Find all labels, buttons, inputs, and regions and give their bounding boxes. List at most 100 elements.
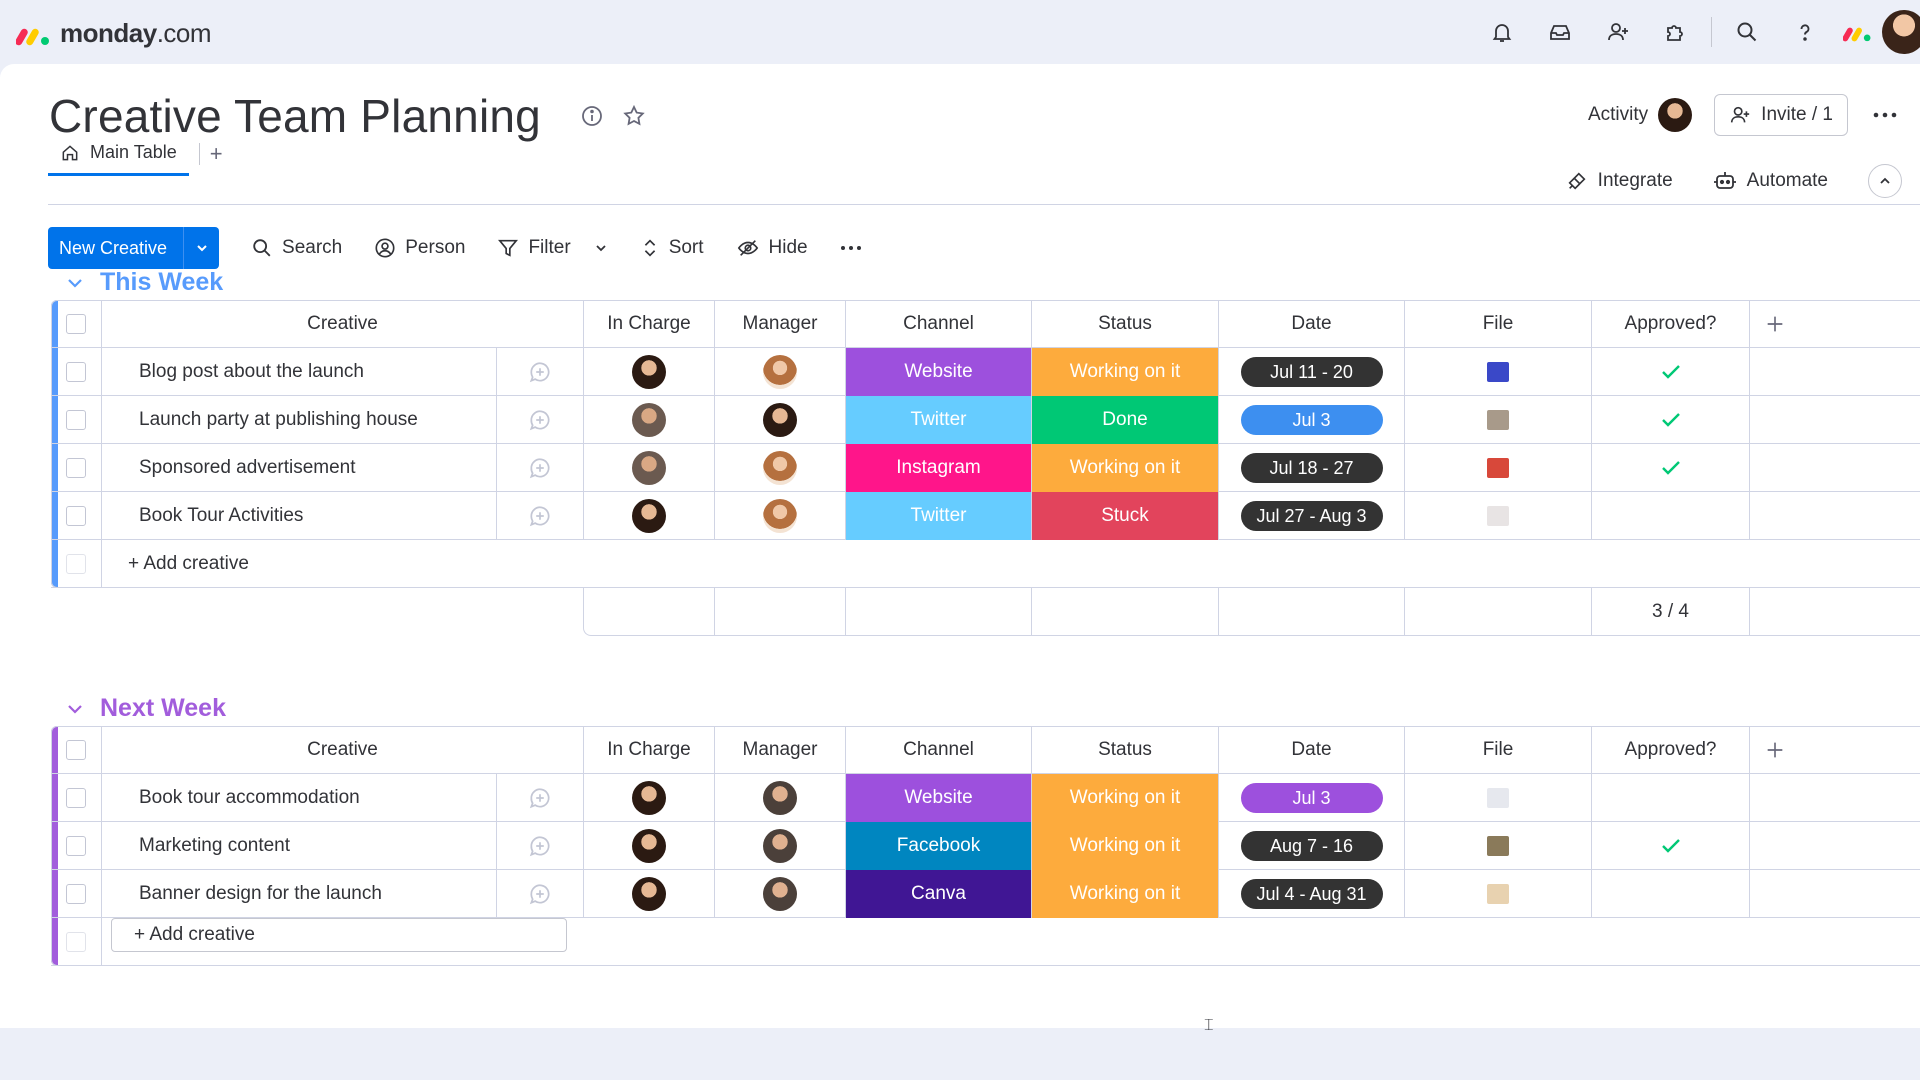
search-button[interactable]: Search (251, 237, 342, 259)
manager-cell[interactable] (715, 396, 846, 444)
group-header[interactable]: Next Week (66, 694, 226, 723)
approved-cell[interactable] (1592, 444, 1750, 492)
star-icon[interactable] (622, 104, 646, 128)
row-checkbox[interactable] (66, 458, 86, 478)
column-header-manager[interactable]: Manager (715, 300, 846, 348)
date-cell[interactable]: Jul 27 - Aug 3 (1219, 492, 1405, 540)
channel-label[interactable]: Twitter (846, 492, 1032, 540)
add-column-button[interactable] (1750, 300, 1920, 348)
item-name[interactable]: Book Tour Activities (102, 492, 496, 540)
approved-cell[interactable] (1592, 396, 1750, 444)
date-cell[interactable]: Jul 3 (1219, 396, 1405, 444)
date-cell[interactable]: Jul 4 - Aug 31 (1219, 870, 1405, 918)
in-charge-cell[interactable] (584, 870, 715, 918)
file-thumbnail[interactable] (1487, 884, 1509, 904)
channel-label[interactable]: Website (846, 774, 1032, 822)
help-icon[interactable] (1776, 0, 1834, 64)
add-update-icon[interactable] (527, 881, 553, 907)
tab-main-table[interactable]: Main Table (48, 132, 189, 176)
integrate-button[interactable]: Integrate (1566, 170, 1673, 192)
add-column-button[interactable] (1750, 726, 1920, 774)
person-filter-button[interactable]: Person (374, 237, 465, 259)
file-cell[interactable] (1405, 492, 1592, 540)
item-name[interactable]: Blog post about the launch (102, 348, 496, 396)
approved-cell[interactable] (1592, 492, 1750, 540)
date-cell[interactable]: Jul 18 - 27 (1219, 444, 1405, 492)
add-update-icon[interactable] (527, 407, 553, 433)
select-all-checkbox[interactable] (66, 314, 86, 334)
info-icon[interactable] (580, 104, 604, 128)
row-checkbox[interactable] (66, 836, 86, 856)
column-header-channel[interactable]: Channel (846, 300, 1032, 348)
plus-icon[interactable] (1764, 739, 1786, 761)
status-label[interactable]: Working on it (1032, 870, 1219, 918)
row-checkbox[interactable] (66, 506, 86, 526)
item-name[interactable]: Book tour accommodation (102, 774, 496, 822)
row-checkbox[interactable] (66, 410, 86, 430)
approved-cell[interactable] (1592, 348, 1750, 396)
channel-label[interactable]: Website (846, 348, 1032, 396)
approved-cell[interactable] (1592, 870, 1750, 918)
search-icon[interactable] (1718, 0, 1776, 64)
inbox-icon[interactable] (1531, 0, 1589, 64)
status-label[interactable]: Working on it (1032, 822, 1219, 870)
group-header[interactable]: This Week (66, 268, 223, 297)
file-cell[interactable] (1405, 774, 1592, 822)
column-header-approved[interactable]: Approved? (1592, 726, 1750, 774)
row-checkbox[interactable] (66, 362, 86, 382)
file-cell[interactable] (1405, 348, 1592, 396)
new-creative-dropdown[interactable] (183, 227, 219, 269)
status-label[interactable]: Working on it (1032, 348, 1219, 396)
monday-logo[interactable]: monday.com (16, 18, 212, 49)
column-header-manager[interactable]: Manager (715, 726, 846, 774)
chevron-down-icon[interactable] (594, 241, 608, 255)
bell-icon[interactable] (1473, 0, 1531, 64)
add-update-icon[interactable] (527, 833, 553, 859)
date-cell[interactable]: Jul 3 (1219, 774, 1405, 822)
file-cell[interactable] (1405, 444, 1592, 492)
column-header-in-charge[interactable]: In Charge (584, 726, 715, 774)
in-charge-cell[interactable] (584, 822, 715, 870)
add-update-icon[interactable] (527, 785, 553, 811)
add-update-cell[interactable] (496, 444, 584, 492)
automate-button[interactable]: Automate (1713, 170, 1828, 192)
item-name[interactable]: Banner design for the launch (102, 870, 496, 918)
add-update-cell[interactable] (496, 774, 584, 822)
file-cell[interactable] (1405, 822, 1592, 870)
column-header-file[interactable]: File (1405, 300, 1592, 348)
hide-button[interactable]: Hide (736, 237, 808, 259)
column-header-in-charge[interactable]: In Charge (584, 300, 715, 348)
manager-cell[interactable] (715, 822, 846, 870)
add-update-icon[interactable] (527, 455, 553, 481)
file-thumbnail[interactable] (1487, 788, 1509, 808)
file-thumbnail[interactable] (1487, 506, 1509, 526)
status-label[interactable]: Stuck (1032, 492, 1219, 540)
item-name[interactable]: Launch party at publishing house (102, 396, 496, 444)
manager-cell[interactable] (715, 774, 846, 822)
add-update-icon[interactable] (527, 359, 553, 385)
in-charge-cell[interactable] (584, 774, 715, 822)
channel-label[interactable]: Canva (846, 870, 1032, 918)
add-update-cell[interactable] (496, 822, 584, 870)
group-collapse-chevron-icon[interactable] (66, 700, 84, 718)
apps-icon[interactable] (1647, 0, 1705, 64)
file-thumbnail[interactable] (1487, 362, 1509, 382)
column-header-creative[interactable]: Creative (102, 726, 584, 774)
status-label[interactable]: Working on it (1032, 444, 1219, 492)
group-collapse-chevron-icon[interactable] (66, 274, 84, 292)
channel-label[interactable]: Twitter (846, 396, 1032, 444)
in-charge-cell[interactable] (584, 492, 715, 540)
invite-button[interactable]: Invite / 1 (1714, 94, 1848, 136)
file-thumbnail[interactable] (1487, 410, 1509, 430)
row-checkbox[interactable] (66, 788, 86, 808)
column-header-creative[interactable]: Creative (102, 300, 584, 348)
status-label[interactable]: Done (1032, 396, 1219, 444)
manager-cell[interactable] (715, 870, 846, 918)
more-options-icon[interactable] (1870, 112, 1900, 118)
invite-members-icon[interactable] (1589, 0, 1647, 64)
add-update-icon[interactable] (527, 503, 553, 529)
activity-button[interactable]: Activity (1588, 98, 1693, 132)
item-name[interactable]: Sponsored advertisement (102, 444, 496, 492)
sort-button[interactable]: Sort (640, 237, 704, 259)
column-header-date[interactable]: Date (1219, 726, 1405, 774)
